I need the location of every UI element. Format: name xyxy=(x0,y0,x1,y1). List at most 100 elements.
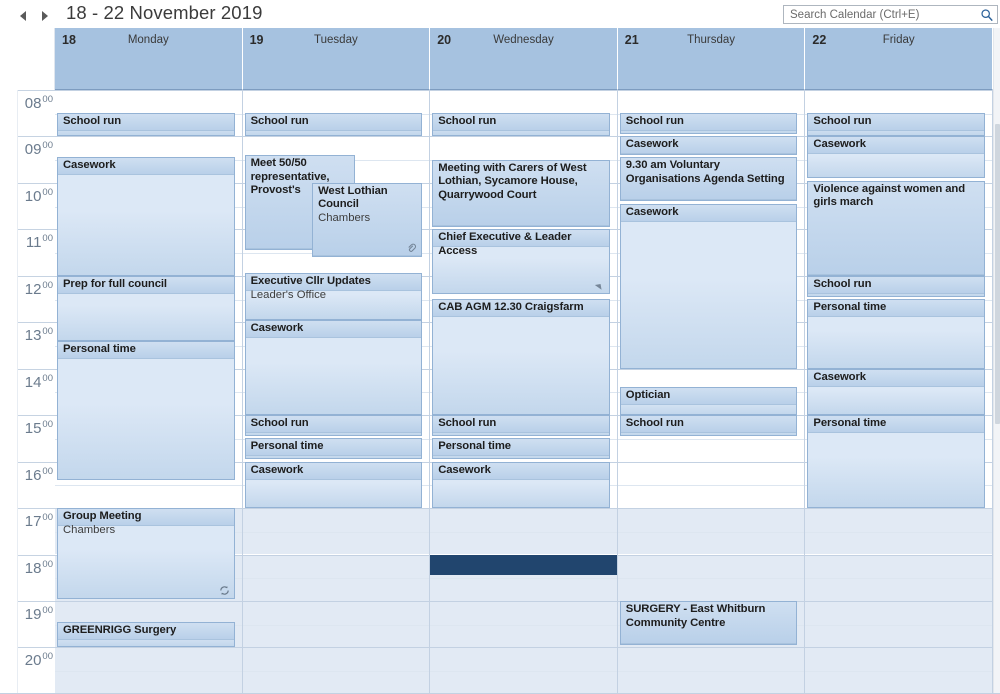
half-hour-line xyxy=(55,485,242,487)
time-slot[interactable] xyxy=(805,647,992,694)
day-header-tuesday[interactable]: 19 Tuesday xyxy=(242,28,431,90)
calendar-event[interactable]: Casework xyxy=(244,319,423,416)
time-slot[interactable] xyxy=(242,647,430,694)
time-slot[interactable] xyxy=(430,508,617,555)
calendar-event[interactable]: Personal time xyxy=(807,299,985,369)
time-slot[interactable] xyxy=(805,508,992,555)
search-box[interactable] xyxy=(783,5,998,24)
calendar-event[interactable]: Optician xyxy=(619,387,798,416)
time-slot[interactable] xyxy=(617,461,805,509)
scrollbar-thumb[interactable] xyxy=(995,124,1000,424)
event-title: School run xyxy=(438,417,497,430)
day-header-thursday[interactable]: 21 Thursday xyxy=(617,28,806,90)
half-hour-line xyxy=(242,531,430,533)
time-slot[interactable] xyxy=(242,508,430,555)
calendar-event[interactable]: Personal time xyxy=(432,438,610,460)
calendar-event[interactable]: Casework xyxy=(244,461,423,509)
minute-value: 00 xyxy=(42,94,53,105)
vertical-scrollbar[interactable] xyxy=(993,28,1000,694)
time-slot[interactable] xyxy=(617,554,805,601)
calendar-event[interactable]: School run xyxy=(244,415,423,437)
event-title: Casework xyxy=(250,463,304,476)
calendar-event[interactable]: West Lothian Council Chambers xyxy=(312,182,423,258)
hour-value: 15 xyxy=(24,420,42,438)
calendar-event[interactable]: Violence against women and girls march xyxy=(807,180,985,276)
day-header-friday[interactable]: 22 Friday xyxy=(805,28,993,90)
calendar-event[interactable]: Group Meeting Chambers xyxy=(57,508,235,599)
minute-value: 00 xyxy=(42,604,53,616)
calendar-event[interactable]: School run xyxy=(432,113,610,137)
time-slot[interactable] xyxy=(242,554,430,601)
half-hour-line xyxy=(617,485,805,487)
minute-value: 00 xyxy=(42,233,53,245)
day-column-monday[interactable]: School run Casework Prep for full council P… xyxy=(55,90,243,694)
previous-week-button[interactable] xyxy=(18,8,32,22)
selected-time-slot[interactable] xyxy=(430,554,617,576)
calendar-event[interactable]: Executive Cllr Updates Leader's Office xyxy=(244,273,423,320)
calendar-event[interactable]: 9.30 am Voluntary Organisations Agenda S… xyxy=(619,157,798,202)
calendar-event[interactable]: Casework xyxy=(57,157,235,276)
calendar-event[interactable]: Personal time xyxy=(807,415,985,509)
calendar-event[interactable]: School run xyxy=(807,275,985,297)
day-grid: School run Casework Prep for full council P… xyxy=(55,90,993,694)
time-label-20: 2000 xyxy=(17,647,55,693)
day-column-wednesday[interactable]: School run Meeting with Carers of West Lo… xyxy=(430,90,618,694)
calendar-event[interactable]: Personal time xyxy=(244,438,423,460)
triangle-right-icon xyxy=(42,11,48,21)
day-header-row: 18 Monday 19 Tuesday 20 Wednesday 21 Thursday 22… xyxy=(55,28,993,90)
day-column-friday[interactable]: School run Casework Violence against women… xyxy=(805,90,993,694)
half-hour-line xyxy=(805,671,992,673)
calendar-event[interactable]: Personal time xyxy=(57,340,235,481)
time-slot[interactable] xyxy=(55,647,242,694)
event-title: Prep for full council xyxy=(63,277,167,290)
event-title: School run xyxy=(63,115,121,128)
calendar-event[interactable]: SURGERY - East Whitburn Community Centre xyxy=(619,600,798,646)
event-title: GREENRIGG Surgery xyxy=(63,623,177,636)
calendar-event[interactable]: Casework xyxy=(619,203,798,369)
time-label-17: 1700 xyxy=(17,508,55,554)
event-title: Violence against women and girls march xyxy=(813,182,966,209)
event-title: Optician xyxy=(625,389,671,402)
event-title: Personal time xyxy=(250,440,324,453)
time-slot[interactable] xyxy=(805,554,992,601)
time-slot[interactable] xyxy=(617,647,805,694)
calendar-event[interactable]: Prep for full council xyxy=(57,275,235,341)
time-slot[interactable] xyxy=(242,600,430,648)
day-column-thursday[interactable]: School run Casework 9.30 am Voluntary Orga… xyxy=(617,90,806,694)
calendar-event[interactable]: Casework xyxy=(807,368,985,416)
calendar-event[interactable]: School run xyxy=(619,415,798,437)
half-hour-line xyxy=(617,531,805,533)
minute-value: 00 xyxy=(42,186,53,198)
calendar-event[interactable]: Casework xyxy=(432,461,610,509)
search-input[interactable] xyxy=(788,7,970,23)
hour-value: 13 xyxy=(24,327,42,345)
hour-value: 11 xyxy=(25,234,42,252)
calendar-event[interactable]: GREENRIGG Surgery xyxy=(57,621,235,648)
time-slot[interactable] xyxy=(617,508,805,555)
minute-value: 00 xyxy=(42,651,53,663)
calendar-event[interactable]: CAB AGM 12.30 Craigsfarm xyxy=(432,299,610,416)
time-slot[interactable] xyxy=(805,600,992,648)
day-column-tuesday[interactable]: School run Meet 50/50 representative, Pro… xyxy=(242,90,431,694)
minute-value: 00 xyxy=(42,372,53,384)
calendar-event[interactable]: Meeting with Carers of West Lothian, Syc… xyxy=(432,159,610,228)
calendar-event[interactable]: Casework xyxy=(807,136,985,179)
calendar-event[interactable]: School run xyxy=(57,113,235,137)
calendar-event[interactable]: School run xyxy=(807,113,985,137)
day-header-monday[interactable]: 18 Monday xyxy=(55,28,243,90)
day-name: Thursday xyxy=(687,34,736,46)
calendar-event[interactable]: Chief Executive & Leader Access xyxy=(432,229,610,295)
day-header-wednesday[interactable]: 20 Wednesday xyxy=(430,28,618,90)
calendar-event[interactable]: School run xyxy=(244,113,423,137)
calendar-event[interactable]: School run xyxy=(432,415,610,437)
time-slot[interactable] xyxy=(430,600,617,648)
time-slot[interactable] xyxy=(430,647,617,694)
next-week-button[interactable] xyxy=(38,8,52,22)
half-hour-line xyxy=(805,578,992,580)
calendar-event[interactable]: School run xyxy=(619,113,798,135)
event-title: School run xyxy=(625,417,684,430)
event-title: School run xyxy=(813,115,872,128)
hour-value: 12 xyxy=(24,280,42,298)
calendar-event[interactable]: Casework xyxy=(619,136,798,156)
search-icon[interactable] xyxy=(980,8,994,22)
